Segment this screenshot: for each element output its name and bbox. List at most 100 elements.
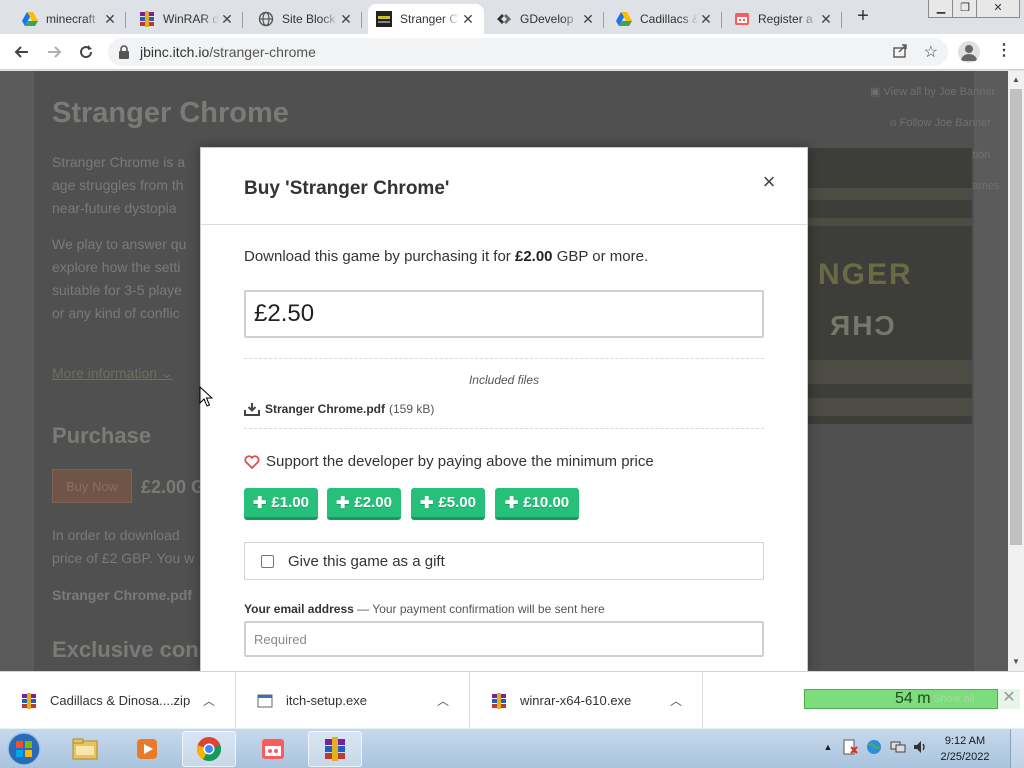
tab-label: Register a bbox=[758, 12, 813, 26]
close-dialog-button[interactable]: × bbox=[759, 171, 779, 193]
media-player-taskbar-button[interactable] bbox=[120, 731, 174, 767]
volume-icon[interactable] bbox=[912, 739, 928, 755]
windows-logo-icon bbox=[7, 732, 41, 766]
gift-label: Give this game as a gift bbox=[288, 552, 445, 570]
close-icon[interactable]: ✕ bbox=[460, 11, 476, 27]
minimize-button[interactable]: ▁ bbox=[928, 0, 954, 18]
folder-icon bbox=[72, 738, 98, 760]
tab-site-block[interactable]: Site Block ✕ bbox=[250, 4, 362, 34]
download-item[interactable]: itch-setup.exe ︿ bbox=[236, 672, 470, 729]
buy-dialog: Buy 'Stranger Chrome' × Download this ga… bbox=[200, 147, 808, 671]
close-icon[interactable]: ✕ bbox=[580, 11, 596, 27]
winrar-taskbar-button[interactable] bbox=[308, 731, 362, 767]
close-icon[interactable]: ✕ bbox=[102, 11, 118, 27]
tray-expand-icon[interactable]: ▲ bbox=[820, 739, 836, 755]
profile-avatar[interactable] bbox=[958, 41, 980, 63]
system-clock[interactable]: 9:12 AM 2/25/2022 bbox=[930, 733, 1000, 765]
chevron-up-icon[interactable]: ︿ bbox=[670, 692, 682, 709]
email-label: Your email address — Your payment confir… bbox=[244, 602, 605, 616]
exclusive-heading: Exclusive con bbox=[52, 637, 199, 662]
close-downloads-button[interactable]: ✕ bbox=[998, 689, 1020, 709]
download-info-line: In order to download bbox=[52, 527, 180, 543]
tab-stranger-chrome[interactable]: Stranger C ✕ bbox=[368, 4, 484, 34]
tip-button-2[interactable]: ✚ £2.00 bbox=[327, 488, 401, 520]
network-globe-icon[interactable] bbox=[866, 739, 882, 755]
support-developer-text: Support the developer by paying above th… bbox=[244, 453, 654, 470]
back-button[interactable] bbox=[10, 40, 34, 64]
close-window-button[interactable]: ✕ bbox=[976, 0, 1020, 18]
person-icon bbox=[961, 45, 977, 61]
display-icon[interactable] bbox=[890, 739, 906, 755]
chrome-icon bbox=[197, 737, 221, 761]
download-item[interactable]: winrar-x64-610.exe ︿ bbox=[470, 672, 703, 729]
close-icon[interactable]: ✕ bbox=[698, 11, 714, 27]
scroll-down-arrow[interactable]: ▼ bbox=[1012, 657, 1020, 666]
tab-label: Site Block bbox=[282, 12, 336, 26]
tab-gdevelop[interactable]: GDevelop ✕ bbox=[488, 4, 604, 34]
scroll-up-arrow[interactable]: ▲ bbox=[1012, 75, 1020, 84]
itch-icon bbox=[734, 11, 750, 27]
start-button[interactable] bbox=[4, 731, 44, 767]
game-cover-icon bbox=[376, 11, 392, 27]
tab-register[interactable]: Register a ✕ bbox=[726, 4, 842, 34]
dialog-title: Buy 'Stranger Chrome' bbox=[244, 178, 450, 199]
downloads-bar: Cadillacs & Dinosa....zip ︿ itch-setup.e… bbox=[0, 671, 1024, 729]
explorer-taskbar-button[interactable] bbox=[58, 731, 112, 767]
tab-label: GDevelop bbox=[520, 12, 574, 26]
chevron-up-icon[interactable]: ︿ bbox=[203, 692, 215, 709]
included-file-row: Stranger Chrome.pdf (159 kB) bbox=[244, 402, 434, 416]
download-info-line: price of £2 GBP. You w bbox=[52, 550, 195, 566]
price-intro-text: Download this game by purchasing it for … bbox=[244, 248, 649, 265]
address-bar[interactable]: jbinc.itch.io/stranger-chrome ☆ bbox=[108, 38, 948, 66]
share-icon[interactable] bbox=[892, 43, 908, 59]
action-center-icon[interactable] bbox=[842, 739, 858, 755]
winrar-icon bbox=[490, 692, 508, 710]
more-information-link: More information ⌄ bbox=[52, 365, 173, 381]
tip-button-1[interactable]: ✚ £1.00 bbox=[244, 488, 318, 520]
tab-cadillacs[interactable]: Cadillacs & ✕ bbox=[608, 4, 722, 34]
show-all-button[interactable]: Show all bbox=[933, 693, 975, 705]
google-drive-icon bbox=[22, 11, 38, 27]
tab-label: WinRAR d bbox=[163, 12, 219, 26]
page-title: Stranger Chrome bbox=[52, 97, 289, 129]
tip-button-10[interactable]: ✚ £10.00 bbox=[495, 488, 579, 520]
itch-taskbar-button[interactable] bbox=[246, 731, 300, 767]
winrar-icon bbox=[139, 11, 155, 27]
forward-button[interactable] bbox=[42, 40, 66, 64]
new-tab-button[interactable]: + bbox=[852, 6, 874, 28]
download-progress-overlay: 54 m Show all bbox=[804, 689, 998, 709]
included-files-title: Included files bbox=[468, 373, 540, 387]
download-item[interactable]: Cadillacs & Dinosa....zip ︿ bbox=[0, 672, 236, 729]
plus-icon: ✚ bbox=[504, 494, 519, 512]
winrar-archive-icon bbox=[20, 692, 38, 710]
browser-menu-button[interactable]: ⋮ bbox=[996, 42, 1012, 62]
close-icon[interactable]: ✕ bbox=[219, 11, 235, 27]
google-drive-icon bbox=[616, 11, 632, 27]
game-cover-image: NGER CHR bbox=[808, 148, 972, 424]
price-input[interactable] bbox=[244, 290, 764, 338]
purchase-heading: Purchase bbox=[52, 423, 152, 448]
scroll-thumb[interactable] bbox=[1010, 89, 1022, 545]
itch-icon bbox=[262, 739, 284, 759]
exe-file-icon bbox=[256, 692, 274, 710]
lock-icon bbox=[119, 45, 129, 59]
windows-taskbar: ▲ 9:12 AM 2/25/2022 bbox=[0, 728, 1024, 768]
reload-button[interactable] bbox=[74, 40, 98, 64]
tab-winrar[interactable]: WinRAR d ✕ bbox=[131, 4, 243, 34]
show-desktop-button[interactable] bbox=[1010, 729, 1024, 768]
tab-minecraft[interactable]: minecraft ✕ bbox=[14, 4, 126, 34]
close-icon[interactable]: ✕ bbox=[818, 11, 834, 27]
tip-button-5[interactable]: ✚ £5.00 bbox=[411, 488, 485, 520]
bookmark-star-icon[interactable]: ☆ bbox=[924, 42, 938, 62]
restore-button[interactable]: ❐ bbox=[952, 0, 978, 18]
email-input[interactable] bbox=[244, 621, 764, 657]
close-icon[interactable]: ✕ bbox=[338, 11, 354, 27]
gift-option[interactable]: Give this game as a gift bbox=[244, 542, 764, 580]
gift-checkbox[interactable] bbox=[261, 554, 274, 568]
price-label: £2.00 G bbox=[141, 477, 206, 497]
plus-icon: ✚ bbox=[336, 494, 350, 512]
chrome-taskbar-button[interactable] bbox=[182, 731, 236, 767]
page-scrollbar[interactable]: ▲ ▼ bbox=[1008, 71, 1024, 671]
chevron-up-icon[interactable]: ︿ bbox=[437, 692, 449, 709]
globe-icon bbox=[258, 11, 274, 27]
